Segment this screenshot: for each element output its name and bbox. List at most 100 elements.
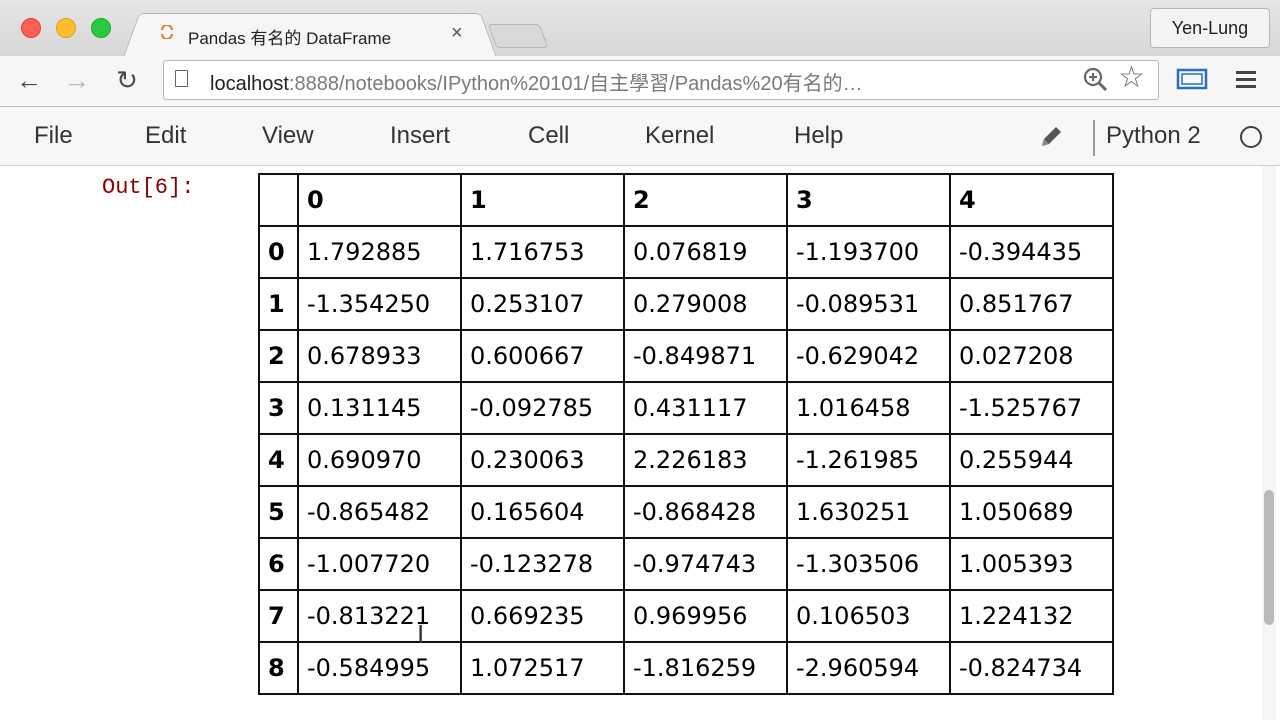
table-cell: -1.261985 bbox=[786, 433, 951, 487]
scrollbar-track[interactable] bbox=[1262, 166, 1276, 720]
table-cell: 0.253107 bbox=[460, 277, 625, 331]
notebook-menubar bbox=[0, 107, 1280, 166]
table-cell: 1.016458 bbox=[786, 381, 951, 435]
table-row: 6 -1.007720 -0.123278 -0.974743 -1.303506 1.0… bbox=[258, 537, 1114, 591]
table-cell: -0.974743 bbox=[623, 537, 788, 591]
menu-insert[interactable]: Insert bbox=[390, 122, 450, 150]
table-cell: 1.072517 bbox=[460, 641, 625, 695]
table-cell: -1.007720 bbox=[297, 537, 462, 591]
table-cell: -1.193700 bbox=[786, 225, 951, 279]
window-close-button[interactable] bbox=[21, 18, 41, 38]
table-cell: -1.303506 bbox=[786, 537, 951, 591]
row-index: 1 bbox=[258, 277, 299, 331]
table-cell: -0.092785 bbox=[460, 381, 625, 435]
table-header-row: 0 1 2 3 4 bbox=[258, 173, 1114, 227]
row-index: 7 bbox=[258, 589, 299, 643]
row-index: 6 bbox=[258, 537, 299, 591]
table-row: 1 -1.354250 0.253107 0.279008 -0.089531 0.851… bbox=[258, 277, 1114, 331]
row-index: 2 bbox=[258, 329, 299, 383]
kernel-name: Python 2 bbox=[1106, 122, 1201, 149]
row-index: 8 bbox=[258, 641, 299, 695]
table-cell: -0.123278 bbox=[460, 537, 625, 591]
forward-arrow-icon[interactable]: → bbox=[60, 60, 94, 100]
dataframe-table: 0 1 2 3 4 0 1.792885 1.716753 0.076819 -1.19… bbox=[258, 173, 1114, 695]
page-icon bbox=[175, 70, 188, 87]
column-header: 1 bbox=[460, 173, 625, 227]
menu-file[interactable]: File bbox=[34, 122, 73, 150]
table-cell: -0.824734 bbox=[949, 641, 1114, 695]
window-zoom-button[interactable] bbox=[91, 18, 111, 38]
profile-button[interactable]: Yen-Lung bbox=[1150, 8, 1270, 48]
table-cell: -0.629042 bbox=[786, 329, 951, 383]
table-cell: 1.005393 bbox=[949, 537, 1114, 591]
table-cell: 1.792885 bbox=[297, 225, 462, 279]
menu-kernel[interactable]: Kernel bbox=[645, 122, 714, 150]
table-cell: 0.106503 bbox=[786, 589, 951, 643]
url-text[interactable]: localhost:8888/notebooks/IPython%20101/自… bbox=[210, 67, 863, 96]
zoom-icon[interactable] bbox=[1082, 66, 1108, 92]
kernel-status-icon bbox=[1240, 126, 1262, 148]
menu-view[interactable]: View bbox=[262, 122, 314, 150]
table-row: 0 1.792885 1.716753 0.076819 -1.193700 -0.394… bbox=[258, 225, 1114, 279]
table-cell: 0.690970 bbox=[297, 433, 462, 487]
table-cell: 0.131145 bbox=[297, 381, 462, 435]
output-prompt: Out[6]: bbox=[102, 175, 195, 200]
table-row: 8 -0.584995 1.072517 -1.816259 -2.960594 -0.8… bbox=[258, 641, 1114, 695]
table-cell: -0.089531 bbox=[786, 277, 951, 331]
tab-title: Pandas 有名的 DataFrame bbox=[188, 29, 392, 48]
tab-close-icon[interactable]: × bbox=[451, 22, 463, 45]
row-index: 3 bbox=[258, 381, 299, 435]
table-cell: -2.960594 bbox=[786, 641, 951, 695]
reload-icon[interactable]: ↻ bbox=[110, 60, 144, 100]
text-cursor-icon: I bbox=[417, 619, 425, 649]
table-cell: 0.230063 bbox=[460, 433, 625, 487]
column-header: 4 bbox=[949, 173, 1114, 227]
url-host: localhost bbox=[210, 73, 289, 95]
table-row: 5 -0.865482 0.165604 -0.868428 1.630251 1.050… bbox=[258, 485, 1114, 539]
table-cell: -1.525767 bbox=[949, 381, 1114, 435]
table-cell: 0.255944 bbox=[949, 433, 1114, 487]
table-cell: -0.394435 bbox=[949, 225, 1114, 279]
table-cell: 1.630251 bbox=[786, 485, 951, 539]
back-arrow-icon[interactable]: ← bbox=[12, 60, 46, 100]
table-cell: -0.868428 bbox=[623, 485, 788, 539]
menu-help[interactable]: Help bbox=[794, 122, 843, 150]
table-cell: -1.354250 bbox=[297, 277, 462, 331]
table-cell: 2.226183 bbox=[623, 433, 788, 487]
table-cell: 1.050689 bbox=[949, 485, 1114, 539]
row-index: 0 bbox=[258, 225, 299, 279]
window-minimize-button[interactable] bbox=[56, 18, 76, 38]
column-header: 0 bbox=[297, 173, 462, 227]
table-cell: 0.076819 bbox=[623, 225, 788, 279]
table-cell: 0.165604 bbox=[460, 485, 625, 539]
table-cell: 0.600667 bbox=[460, 329, 625, 383]
scrollbar-thumb[interactable] bbox=[1264, 490, 1274, 625]
column-header: 2 bbox=[623, 173, 788, 227]
cast-icon[interactable] bbox=[1176, 67, 1208, 91]
table-cell: -0.849871 bbox=[623, 329, 788, 383]
column-header: 3 bbox=[786, 173, 951, 227]
table-cell: 0.027208 bbox=[949, 329, 1114, 383]
table-cell: 1.224132 bbox=[949, 589, 1114, 643]
table-corner bbox=[258, 173, 299, 227]
table-cell: 0.669235 bbox=[460, 589, 625, 643]
menu-cell[interactable]: Cell bbox=[528, 122, 569, 150]
pencil-icon[interactable] bbox=[1038, 124, 1064, 150]
table-cell: -0.813221 bbox=[297, 589, 462, 643]
table-cell: -0.584995 bbox=[297, 641, 462, 695]
menu-icon[interactable] bbox=[1234, 67, 1258, 91]
row-index: 5 bbox=[258, 485, 299, 539]
menu-edit[interactable]: Edit bbox=[145, 122, 186, 150]
table-cell: 0.969956 bbox=[623, 589, 788, 643]
row-index: 4 bbox=[258, 433, 299, 487]
table-row: 4 0.690970 0.230063 2.226183 -1.261985 0.2559… bbox=[258, 433, 1114, 487]
star-icon[interactable]: ☆ bbox=[1118, 63, 1145, 93]
table-row: 2 0.678933 0.600667 -0.849871 -0.629042 0.027… bbox=[258, 329, 1114, 383]
new-tab-button[interactable] bbox=[487, 24, 549, 48]
table-cell: 0.851767 bbox=[949, 277, 1114, 331]
table-cell: 0.678933 bbox=[297, 329, 462, 383]
kernel-separator bbox=[1093, 120, 1095, 156]
table-cell: -0.865482 bbox=[297, 485, 462, 539]
table-cell: 0.431117 bbox=[623, 381, 788, 435]
jupyter-favicon-icon bbox=[161, 25, 173, 39]
